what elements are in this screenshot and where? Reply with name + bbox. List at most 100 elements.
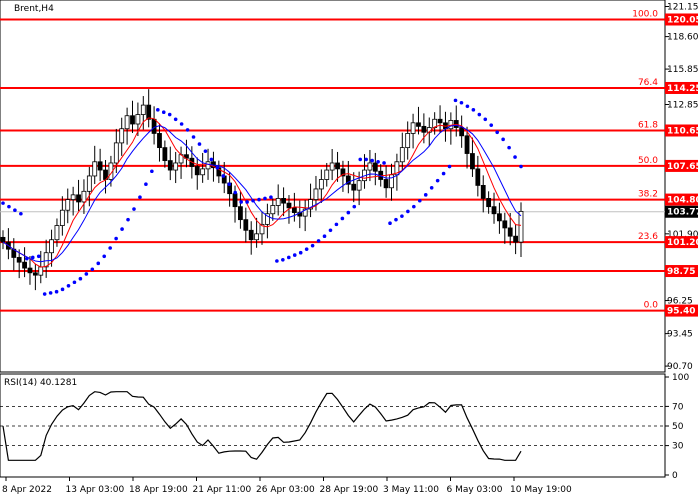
sar-dot bbox=[197, 142, 202, 146]
sar-dot bbox=[19, 211, 23, 216]
sar-dot bbox=[453, 98, 458, 103]
candle-body bbox=[54, 225, 60, 241]
sar-dot bbox=[251, 198, 255, 203]
sar-dot bbox=[233, 190, 238, 195]
candle-body bbox=[507, 227, 513, 237]
fib-price-badge-label: 98.75 bbox=[667, 267, 695, 277]
sar-dot bbox=[48, 291, 53, 295]
sar-dot bbox=[495, 130, 499, 135]
fib-price-badge-label: 107.65 bbox=[667, 162, 700, 172]
sar-dot bbox=[132, 207, 136, 211]
candle-body bbox=[146, 104, 152, 120]
candle-body bbox=[437, 118, 443, 124]
sar-dot bbox=[209, 157, 214, 162]
candle-body bbox=[254, 233, 260, 241]
sar-dot bbox=[394, 217, 398, 222]
sar-dot bbox=[245, 200, 249, 204]
y-axis-tick-label: 90.70 bbox=[667, 362, 693, 372]
fib-price-badge-label: 95.40 bbox=[667, 307, 695, 317]
chart-canvas: 100.0 76.4 61.8 50.0 38.2 23.6 0.0 121.15 120.0… bbox=[0, 0, 700, 495]
sar-dot bbox=[298, 250, 303, 255]
candle-body bbox=[335, 162, 340, 170]
rsi-axis-tick-label: 30 bbox=[672, 442, 684, 452]
sar-dot bbox=[376, 159, 380, 164]
sar-dot bbox=[370, 158, 374, 163]
sar-dot bbox=[161, 110, 166, 114]
sar-dot bbox=[78, 276, 83, 281]
rsi-label: RSI(14) 40.1281 bbox=[4, 378, 77, 388]
sar-dot bbox=[465, 104, 470, 109]
sar-dot bbox=[286, 255, 291, 260]
x-axis-tick-label: 21 Apr 11:00 bbox=[193, 485, 252, 495]
candle-body bbox=[205, 161, 211, 170]
candle-body bbox=[65, 199, 71, 211]
sar-dot bbox=[382, 161, 386, 165]
candle-body bbox=[518, 210, 524, 243]
sar-dot bbox=[352, 204, 357, 209]
sar-dot bbox=[179, 122, 184, 126]
sar-dot bbox=[412, 204, 416, 209]
candle-body bbox=[459, 127, 465, 137]
candle-body bbox=[38, 266, 44, 276]
sar-dot bbox=[126, 217, 130, 222]
symbol-label: Brent,H4 bbox=[14, 4, 54, 14]
sar-dot bbox=[25, 256, 29, 261]
x-axis-tick-label: 26 Apr 03:00 bbox=[256, 485, 315, 495]
candle-body bbox=[49, 239, 54, 254]
sar-dot bbox=[459, 100, 464, 105]
candle-body bbox=[194, 166, 200, 176]
sar-dot bbox=[501, 137, 505, 142]
fib-price-badge-label: 114.25 bbox=[667, 84, 700, 94]
sar-dot bbox=[435, 178, 440, 183]
sar-dot bbox=[507, 145, 511, 150]
candle-body bbox=[324, 169, 330, 180]
fib-level-ratio-label: 23.6 bbox=[638, 232, 658, 242]
rsi-axis-tick-label: 70 bbox=[672, 402, 684, 412]
fib-price-badge-label: 120.05 bbox=[667, 15, 700, 25]
candle-body bbox=[70, 194, 76, 200]
candle-body bbox=[151, 118, 157, 134]
candle-body bbox=[76, 194, 81, 203]
candle-body bbox=[372, 162, 378, 172]
fib-level-ratio-label: 38.2 bbox=[638, 190, 658, 200]
rsi-axis-tick-label: 0 bbox=[672, 471, 678, 481]
sar-dot bbox=[60, 287, 65, 292]
candle-body bbox=[232, 193, 238, 208]
rsi-axis-tick-label: 50 bbox=[672, 422, 684, 432]
sar-dot bbox=[263, 196, 267, 201]
candle-body bbox=[173, 162, 179, 171]
candle-body bbox=[167, 160, 173, 171]
current-price-badge-label: 103.77 bbox=[667, 208, 700, 218]
sar-dot bbox=[227, 182, 232, 187]
sar-dot bbox=[167, 112, 172, 117]
rsi-plot-frame bbox=[0, 373, 666, 478]
y-axis-tick-label: 118.60 bbox=[667, 33, 699, 43]
x-axis-tick-label: 8 Apr 2022 bbox=[2, 485, 52, 495]
fib-level-ratio-label: 76.4 bbox=[638, 78, 658, 88]
sar-dot bbox=[364, 157, 368, 162]
y-axis-tick-label: 121.15 bbox=[667, 2, 699, 12]
candle-body bbox=[135, 114, 141, 125]
sar-dot bbox=[144, 182, 148, 187]
candle-body bbox=[124, 115, 130, 130]
candle-body bbox=[113, 142, 119, 164]
sar-dot bbox=[281, 258, 285, 262]
sar-dot bbox=[215, 165, 220, 170]
sar-dot bbox=[185, 128, 190, 132]
candle-body bbox=[480, 185, 486, 199]
sar-dot bbox=[30, 255, 35, 260]
candle-body bbox=[86, 175, 92, 192]
x-axis-tick-label: 28 Apr 19:00 bbox=[320, 485, 379, 495]
candle-body bbox=[130, 115, 135, 125]
candle-body bbox=[238, 206, 243, 221]
candle-body bbox=[367, 162, 373, 171]
fib-price-badge-label: 104.80 bbox=[667, 196, 700, 206]
candle-body bbox=[329, 162, 335, 171]
sar-dot bbox=[346, 210, 351, 215]
candle-body bbox=[486, 197, 492, 208]
sar-dot bbox=[388, 221, 392, 225]
candle-body bbox=[281, 197, 286, 204]
candle-body bbox=[286, 202, 292, 209]
y-axis-tick-label: 115.85 bbox=[667, 65, 699, 75]
candle-body bbox=[470, 153, 475, 170]
